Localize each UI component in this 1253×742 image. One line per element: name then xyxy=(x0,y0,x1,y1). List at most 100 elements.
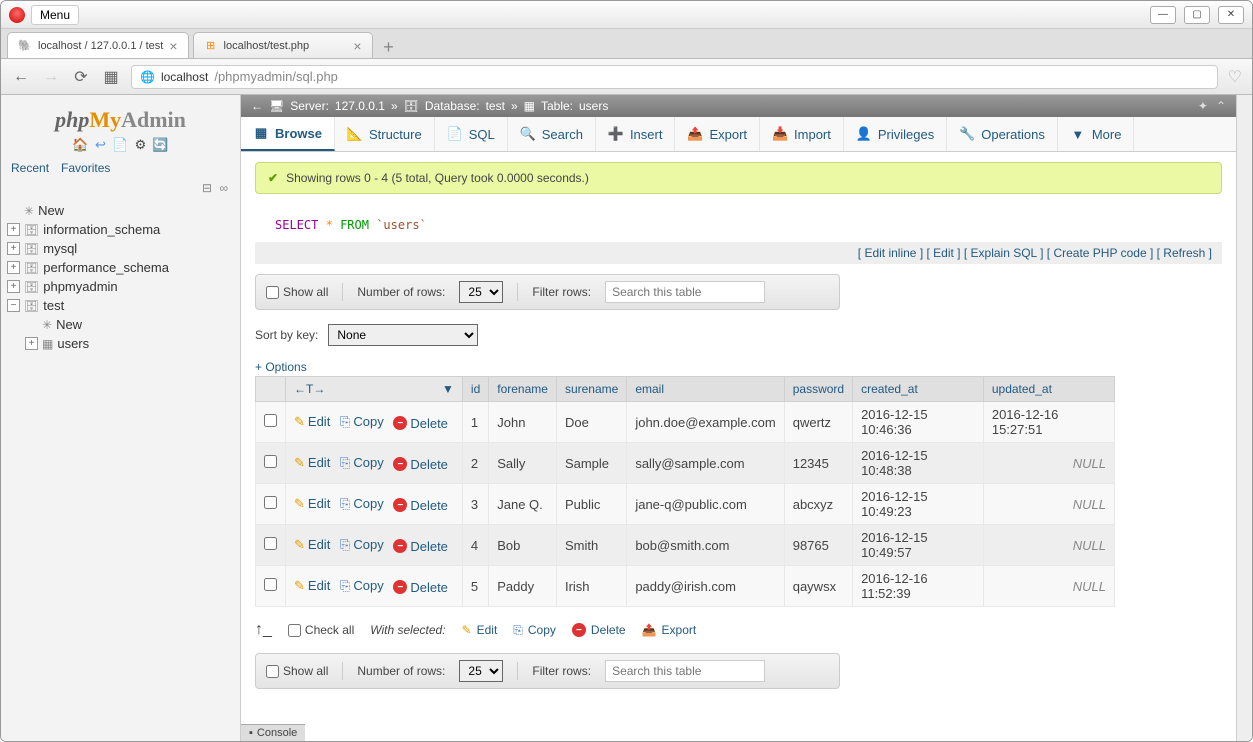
show-all-checkbox[interactable]: Show all xyxy=(266,285,328,299)
create-php-link[interactable]: Create PHP code xyxy=(1053,246,1146,260)
row-copy[interactable]: ⎘Copy xyxy=(340,455,384,471)
tab-close-icon[interactable]: × xyxy=(169,38,177,54)
explain-link[interactable]: Explain SQL xyxy=(971,246,1037,260)
row-checkbox[interactable] xyxy=(264,537,277,550)
num-rows-select[interactable]: 25 xyxy=(459,281,503,303)
speed-dial-button[interactable]: ▦ xyxy=(101,67,121,87)
col-id[interactable]: id xyxy=(462,377,488,402)
scrollbar[interactable] xyxy=(1236,95,1252,741)
row-edit[interactable]: ✎Edit xyxy=(294,414,330,430)
edit-link[interactable]: Edit xyxy=(933,246,954,260)
row-delete[interactable]: −Delete xyxy=(393,498,448,513)
tree-db[interactable]: +🗄performance_schema xyxy=(7,258,234,277)
col-password[interactable]: password xyxy=(784,377,852,402)
browser-tab-1[interactable]: 🐘 localhost / 127.0.0.1 / test × xyxy=(7,32,189,58)
back-button[interactable]: ← xyxy=(11,67,31,87)
col-email[interactable]: email xyxy=(627,377,784,402)
filter-input-bottom[interactable] xyxy=(605,660,765,682)
expand-icon[interactable]: + xyxy=(25,337,38,350)
row-copy[interactable]: ⎘Copy xyxy=(340,496,384,512)
expand-icon[interactable]: + xyxy=(7,242,20,255)
col-created-at[interactable]: created_at xyxy=(853,377,984,402)
expand-icon[interactable]: + xyxy=(7,280,20,293)
url-input[interactable] xyxy=(214,69,1208,84)
edit-inline-link[interactable]: Edit inline xyxy=(864,246,916,260)
tab-export[interactable]: 📤Export xyxy=(675,117,760,151)
check-all[interactable]: Check all xyxy=(288,623,354,637)
url-field[interactable]: 🌐 localhost xyxy=(131,65,1218,89)
tab-browse[interactable]: ▦Browse xyxy=(241,117,335,151)
sort-key-select[interactable]: None xyxy=(328,324,478,346)
row-edit[interactable]: ✎Edit xyxy=(294,578,330,594)
row-copy[interactable]: ⎘Copy xyxy=(340,537,384,553)
close-button[interactable]: ✕ xyxy=(1218,6,1244,24)
link-icon[interactable]: ∞ xyxy=(219,181,230,195)
favorites-link[interactable]: Favorites xyxy=(61,161,110,175)
gear-icon[interactable]: ✦ xyxy=(1198,99,1208,113)
col-updated-at[interactable]: updated_at xyxy=(983,377,1114,402)
bookmark-button[interactable]: ♡ xyxy=(1228,67,1242,87)
col-forename[interactable]: forename xyxy=(489,377,557,402)
row-edit[interactable]: ✎Edit xyxy=(294,496,330,512)
row-checkbox[interactable] xyxy=(264,414,277,427)
collapse-icon[interactable]: ⊟ xyxy=(202,181,214,195)
settings-icon[interactable]: ⚙ xyxy=(133,137,149,153)
tree-db[interactable]: +🗄information_schema xyxy=(7,220,234,239)
minimize-button[interactable]: — xyxy=(1150,6,1176,24)
row-edit[interactable]: ✎Edit xyxy=(294,455,330,471)
options-toggle[interactable]: + Options xyxy=(255,360,1222,374)
row-copy[interactable]: ⎘Copy xyxy=(340,414,384,430)
tab-more[interactable]: ▼More xyxy=(1058,117,1135,151)
forward-button[interactable]: → xyxy=(41,67,61,87)
tab-privileges[interactable]: 👤Privileges xyxy=(844,117,947,151)
row-delete[interactable]: −Delete xyxy=(393,416,448,431)
tree-new-table[interactable]: ✳New xyxy=(7,315,234,334)
new-tab-button[interactable]: + xyxy=(377,36,401,58)
collapse-icon[interactable]: − xyxy=(7,299,20,312)
tree-db-test[interactable]: −🗄test xyxy=(7,296,234,315)
bulk-delete[interactable]: −Delete xyxy=(572,623,626,637)
row-delete[interactable]: −Delete xyxy=(393,580,448,595)
menu-button[interactable]: Menu xyxy=(31,5,79,25)
row-checkbox[interactable] xyxy=(264,455,277,468)
recent-link[interactable]: Recent xyxy=(11,161,49,175)
tab-structure[interactable]: 📐Structure xyxy=(335,117,435,151)
bulk-copy[interactable]: ⎘Copy xyxy=(513,623,556,638)
num-rows-select-bottom[interactable]: 25 xyxy=(459,660,503,682)
home-icon[interactable]: 🏠 xyxy=(73,137,89,153)
console-bar[interactable]: ▪ Console xyxy=(241,724,305,741)
col-surename[interactable]: surename xyxy=(556,377,626,402)
reload-icon[interactable]: 🔄 xyxy=(153,137,169,153)
docs-icon[interactable]: 📄 xyxy=(113,137,129,153)
tab-close-icon[interactable]: × xyxy=(353,38,361,54)
row-delete[interactable]: −Delete xyxy=(393,539,448,554)
tab-search[interactable]: 🔍Search xyxy=(508,117,596,151)
refresh-link[interactable]: Refresh xyxy=(1163,246,1205,260)
logout-icon[interactable]: ↩ xyxy=(93,137,109,153)
tab-insert[interactable]: ➕Insert xyxy=(596,117,676,151)
row-checkbox[interactable] xyxy=(264,578,277,591)
maximize-button[interactable]: ▢ xyxy=(1184,6,1210,24)
bulk-export[interactable]: 📤Export xyxy=(642,623,697,637)
row-delete[interactable]: −Delete xyxy=(393,457,448,472)
tree-new[interactable]: ✳New xyxy=(7,201,234,220)
tab-sql[interactable]: 📄SQL xyxy=(435,117,508,151)
filter-input[interactable] xyxy=(605,281,765,303)
tree-table-users[interactable]: +▦users xyxy=(7,334,234,353)
breadcrumb-db[interactable]: test xyxy=(486,99,505,113)
row-checkbox[interactable] xyxy=(264,496,277,509)
breadcrumb-table[interactable]: users xyxy=(579,99,608,113)
bulk-edit[interactable]: ✎Edit xyxy=(462,623,498,637)
tree-db[interactable]: +🗄phpmyadmin xyxy=(7,277,234,296)
expand-icon[interactable]: + xyxy=(7,261,20,274)
reload-button[interactable]: ⟳ xyxy=(71,67,91,87)
tree-db[interactable]: +🗄mysql xyxy=(7,239,234,258)
tab-import[interactable]: 📥Import xyxy=(760,117,844,151)
collapse-panel-icon[interactable]: ⌃ xyxy=(1216,99,1226,113)
show-all-checkbox-bottom[interactable]: Show all xyxy=(266,664,328,678)
browser-tab-2[interactable]: ⊞ localhost/test.php × xyxy=(193,32,373,58)
tab-operations[interactable]: 🔧Operations xyxy=(947,117,1058,151)
row-edit[interactable]: ✎Edit xyxy=(294,537,330,553)
breadcrumb-server[interactable]: 127.0.0.1 xyxy=(335,99,385,113)
row-copy[interactable]: ⎘Copy xyxy=(340,578,384,594)
